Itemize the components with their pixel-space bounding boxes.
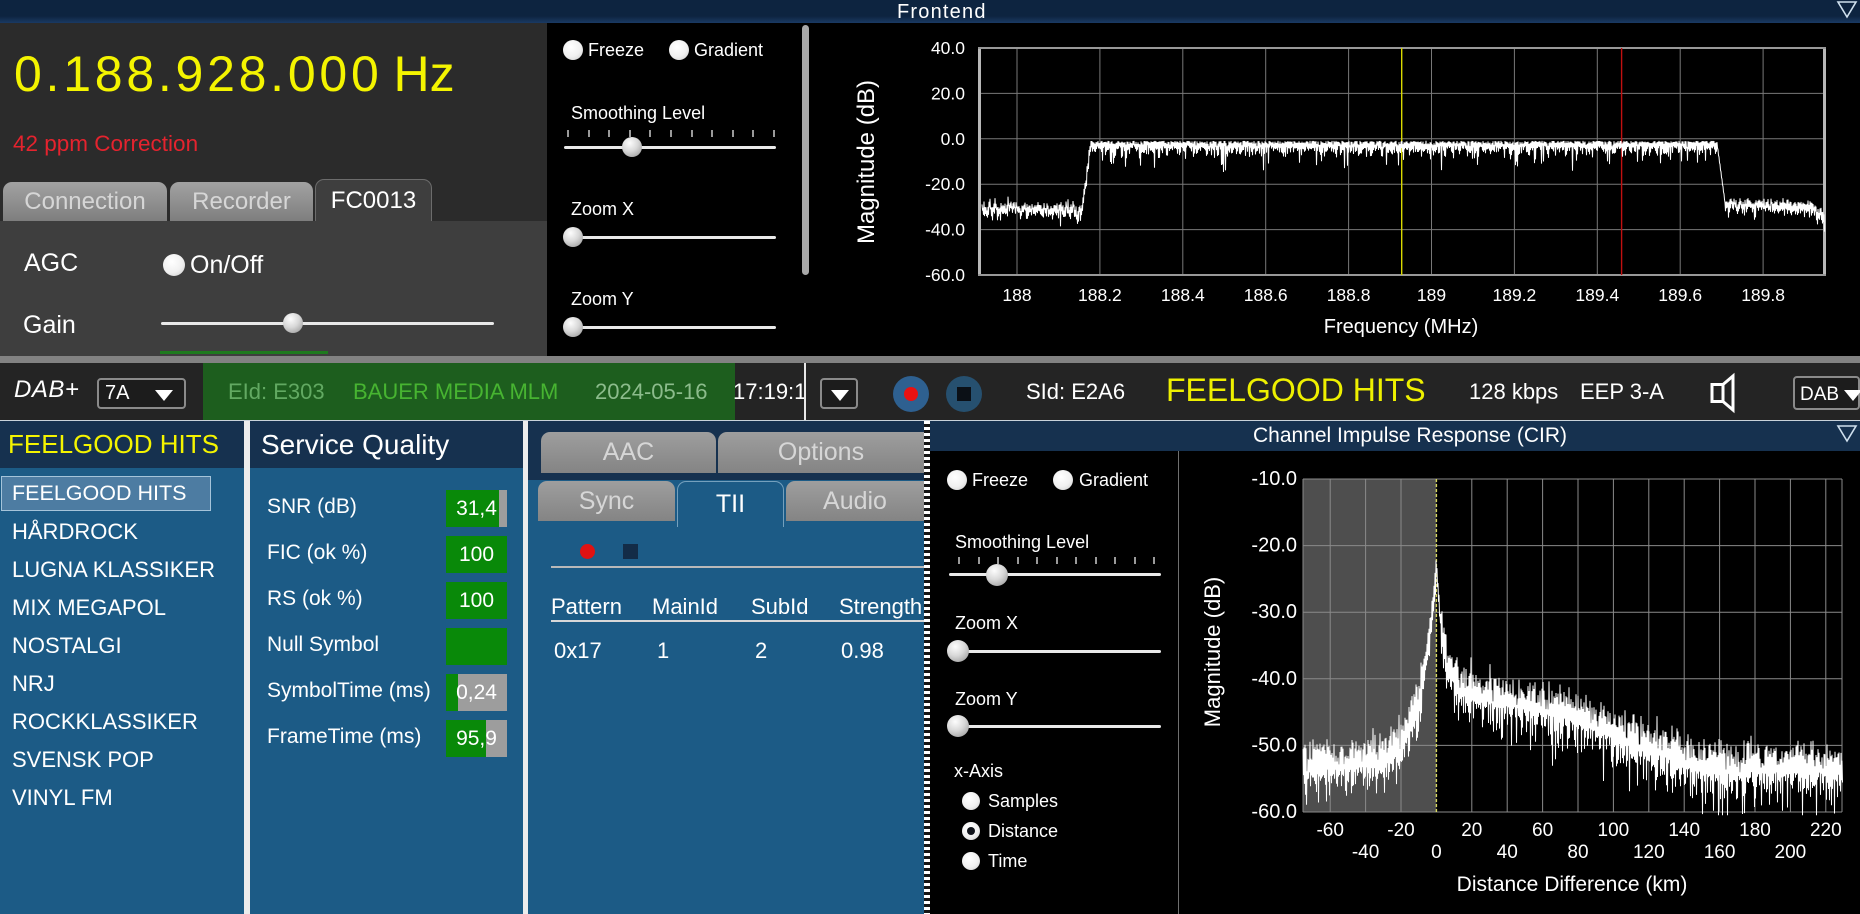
svg-text:0.0: 0.0 bbox=[941, 129, 966, 149]
svg-text:160: 160 bbox=[1704, 842, 1736, 863]
svg-text:-60: -60 bbox=[1316, 820, 1343, 841]
svg-text:189.8: 189.8 bbox=[1741, 285, 1785, 305]
svg-text:40.0: 40.0 bbox=[931, 38, 965, 58]
svg-text:-40.0: -40.0 bbox=[925, 220, 965, 240]
svg-text:120: 120 bbox=[1633, 842, 1665, 863]
svg-text:140: 140 bbox=[1668, 820, 1700, 841]
svg-text:189.4: 189.4 bbox=[1575, 285, 1619, 305]
svg-text:-20: -20 bbox=[1387, 820, 1414, 841]
svg-text:188.2: 188.2 bbox=[1078, 285, 1122, 305]
svg-text:189.2: 189.2 bbox=[1493, 285, 1537, 305]
svg-text:-50.0: -50.0 bbox=[1251, 734, 1297, 756]
svg-text:188.4: 188.4 bbox=[1161, 285, 1205, 305]
svg-text:-40: -40 bbox=[1352, 842, 1379, 863]
svg-text:-20.0: -20.0 bbox=[925, 174, 965, 194]
svg-text:-60.0: -60.0 bbox=[1251, 801, 1297, 823]
svg-text:220: 220 bbox=[1810, 820, 1842, 841]
svg-text:-30.0: -30.0 bbox=[1251, 601, 1297, 623]
svg-text:20: 20 bbox=[1461, 820, 1482, 841]
svg-text:189: 189 bbox=[1417, 285, 1446, 305]
svg-text:0: 0 bbox=[1431, 842, 1442, 863]
svg-text:-60.0: -60.0 bbox=[925, 265, 965, 285]
svg-text:180: 180 bbox=[1739, 820, 1771, 841]
svg-text:20.0: 20.0 bbox=[931, 83, 965, 103]
svg-text:60: 60 bbox=[1532, 820, 1553, 841]
svg-text:188: 188 bbox=[1002, 285, 1031, 305]
svg-text:80: 80 bbox=[1567, 842, 1588, 863]
svg-text:Magnitude (dB): Magnitude (dB) bbox=[1200, 577, 1225, 727]
svg-text:-10.0: -10.0 bbox=[1251, 468, 1297, 490]
svg-text:189.6: 189.6 bbox=[1658, 285, 1702, 305]
svg-text:188.6: 188.6 bbox=[1244, 285, 1288, 305]
svg-text:40: 40 bbox=[1497, 842, 1518, 863]
svg-text:-40.0: -40.0 bbox=[1251, 668, 1297, 690]
svg-text:Frequency (MHz): Frequency (MHz) bbox=[1324, 316, 1478, 338]
svg-text:200: 200 bbox=[1775, 842, 1807, 863]
svg-text:100: 100 bbox=[1598, 820, 1630, 841]
svg-text:Distance Difference (km): Distance Difference (km) bbox=[1457, 873, 1688, 896]
svg-text:-20.0: -20.0 bbox=[1251, 535, 1297, 557]
svg-text:Magnitude (dB): Magnitude (dB) bbox=[853, 80, 880, 244]
svg-text:188.8: 188.8 bbox=[1327, 285, 1371, 305]
